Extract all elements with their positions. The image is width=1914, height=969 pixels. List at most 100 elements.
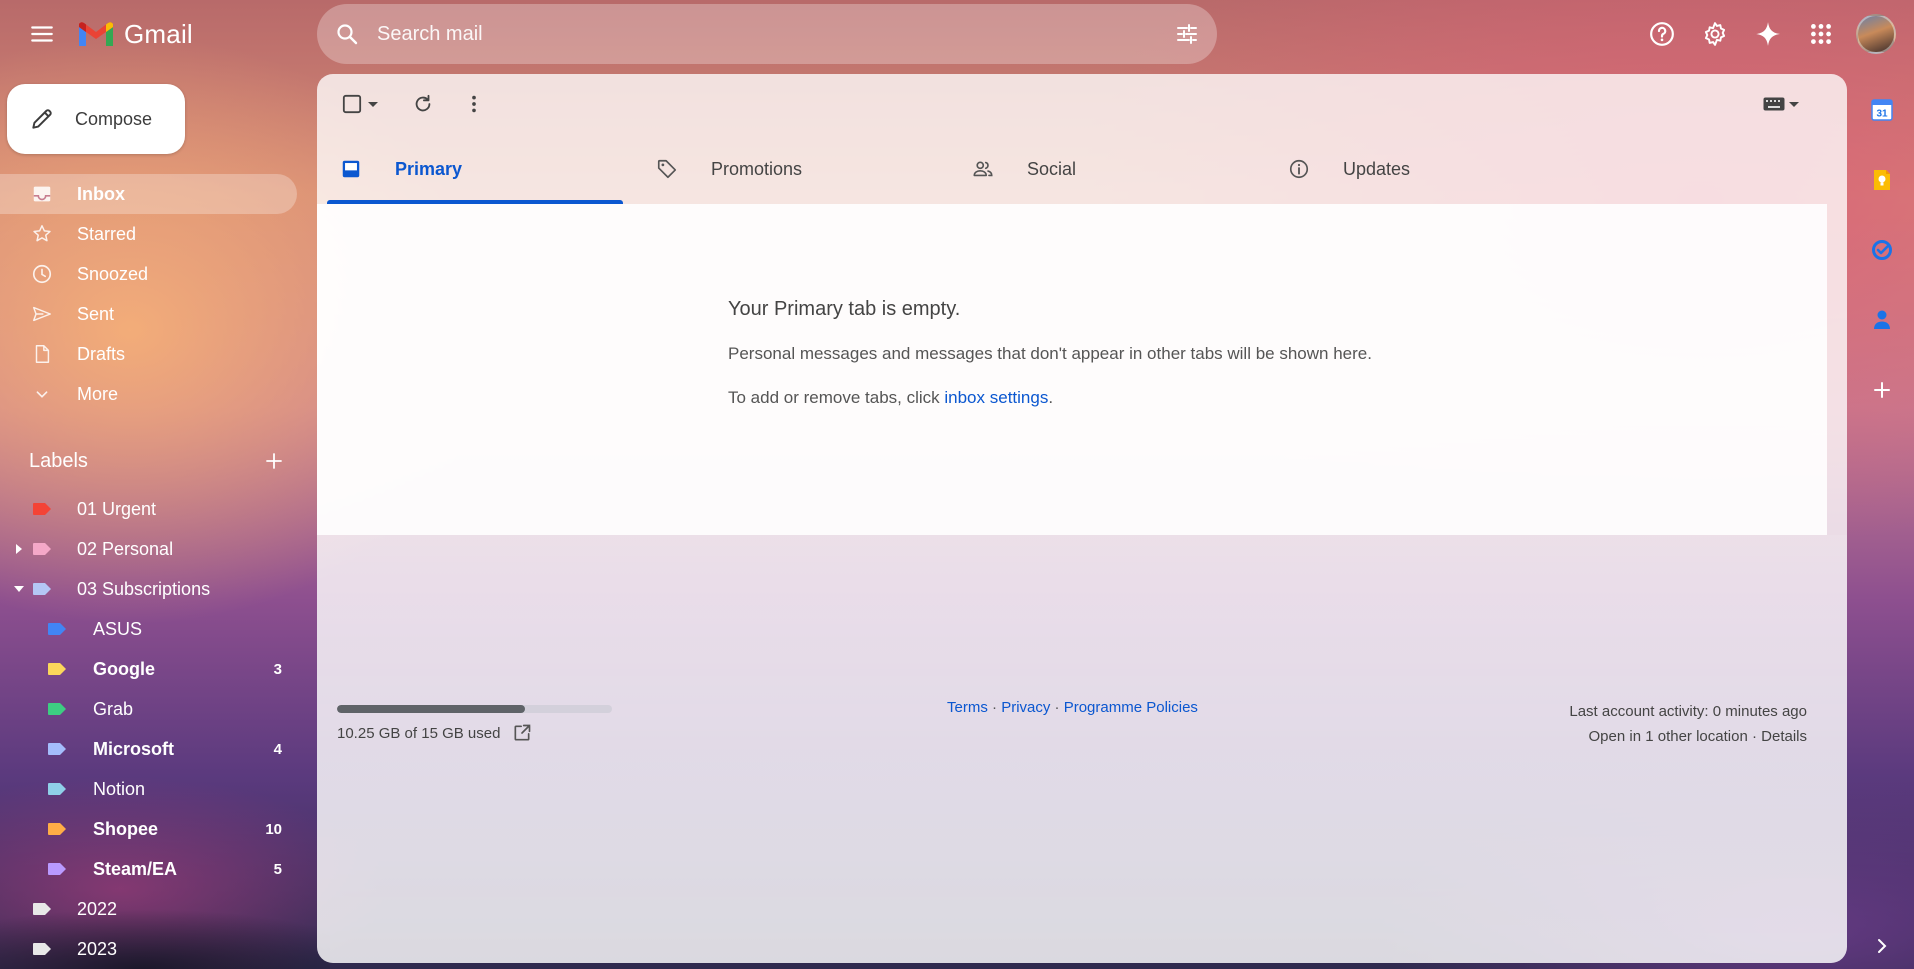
label-item[interactable]: ASUS (0, 609, 297, 649)
label-name: Google (93, 658, 155, 679)
search-bar (317, 4, 1217, 64)
label-tag-icon (33, 903, 51, 915)
tasks-button[interactable] (1862, 230, 1902, 270)
tab-label: Social (1027, 158, 1077, 179)
apps-button[interactable] (1799, 12, 1843, 56)
label-tag-icon (48, 863, 66, 875)
settings-button[interactable] (1693, 12, 1737, 56)
label-tag-icon (33, 943, 51, 955)
label-item[interactable]: 02 Personal (0, 529, 297, 569)
label-item[interactable]: Microsoft 4 (0, 729, 297, 769)
storage-text: 10.25 GB of 15 GB used (337, 724, 501, 742)
nav-item-label: Inbox (77, 183, 125, 204)
label-item[interactable]: Google 3 (0, 649, 297, 689)
search-button[interactable] (317, 4, 377, 64)
compose-button[interactable]: Compose (7, 84, 185, 154)
inbox-settings-link[interactable]: inbox settings (944, 388, 1048, 407)
search-input[interactable] (377, 22, 1157, 46)
label-name: Steam/EA (93, 858, 178, 879)
chevron-down-icon (30, 382, 54, 406)
nav-item-more[interactable]: More (0, 374, 297, 414)
show-side-panel-button[interactable] (1866, 930, 1898, 962)
caret-down-icon (368, 102, 378, 107)
create-label-button[interactable] (259, 446, 289, 476)
calendar-button[interactable]: 31 (1862, 90, 1902, 130)
select-checkbox-button[interactable] (335, 84, 385, 124)
nav-item-label: Sent (77, 303, 115, 324)
more-actions-button[interactable] (454, 84, 494, 124)
main-nav: Inbox Starred Snoozed Sent Drafts More (0, 174, 300, 414)
nav-item-label: Drafts (77, 343, 126, 364)
open-external-icon[interactable] (512, 723, 532, 743)
label-tag-icon (33, 543, 51, 555)
programme-policies-link[interactable]: Programme Policies (1064, 699, 1198, 716)
keep-button[interactable] (1862, 160, 1902, 200)
tab-social[interactable]: Social (959, 134, 1275, 204)
input-tools-button[interactable] (1763, 86, 1799, 122)
label-item[interactable]: Steam/EA 5 (0, 849, 297, 889)
compose-label: Compose (75, 108, 153, 129)
nav-item-drafts[interactable]: Drafts (0, 334, 297, 374)
nav-item-label: Starred (77, 223, 137, 244)
label-item[interactable]: 2023 (0, 929, 297, 969)
details-link[interactable]: Details (1761, 728, 1807, 745)
gemini-button[interactable] (1746, 12, 1790, 56)
main-panel: Primary Promotions Social Updates Your P… (317, 74, 1847, 963)
refresh-icon (415, 94, 431, 112)
nav-item-snoozed[interactable]: Snoozed (0, 254, 297, 294)
tag-icon (655, 157, 679, 181)
gmail-logo[interactable]: Gmail (76, 16, 193, 52)
label-name: 2022 (77, 898, 118, 919)
privacy-link[interactable]: Privacy (1001, 699, 1050, 716)
label-item[interactable]: Grab (0, 689, 297, 729)
caret-right-icon[interactable] (13, 543, 25, 555)
label-name: 2023 (77, 938, 118, 959)
label-item[interactable]: 03 Subscriptions (0, 569, 297, 609)
empty-state: Your Primary tab is empty. Personal mess… (317, 204, 1827, 535)
nav-item-label: Snoozed (77, 263, 149, 284)
calendar-day-text: 31 (1876, 109, 1888, 120)
star-icon (30, 222, 54, 246)
label-tag-icon (33, 583, 51, 595)
side-panel: 31 (1862, 90, 1902, 440)
labels-title: Labels (29, 449, 88, 472)
clock-icon (30, 262, 54, 286)
more-vertical-icon (472, 95, 476, 113)
label-item[interactable]: 01 Urgent (0, 489, 297, 529)
storage-info: 10.25 GB of 15 GB used (337, 705, 612, 743)
label-item[interactable]: 2022 (0, 889, 297, 929)
contacts-button[interactable] (1862, 300, 1902, 340)
label-item[interactable]: Notion (0, 769, 297, 809)
main-menu-button[interactable] (22, 16, 62, 52)
tab-primary[interactable]: Primary (327, 134, 643, 204)
tab-updates[interactable]: Updates (1275, 134, 1591, 204)
plus-icon (266, 453, 282, 469)
nav-item-starred[interactable]: Starred (0, 214, 297, 254)
label-item[interactable]: Shopee 10 (0, 809, 297, 849)
caret-down-icon[interactable] (13, 583, 25, 595)
labels-header: Labels (29, 446, 289, 476)
gmail-logo-text: Gmail (124, 18, 193, 49)
empty-hint-period: . (1048, 388, 1054, 407)
refresh-button[interactable] (403, 84, 443, 124)
help-icon (1650, 22, 1674, 46)
empty-hint: To add or remove tabs, click inbox setti… (728, 388, 1053, 408)
main-lower-area (317, 535, 1847, 963)
draft-icon (30, 342, 54, 366)
support-button[interactable] (1640, 12, 1684, 56)
label-name: 01 Urgent (77, 498, 157, 519)
empty-description: Personal messages and messages that don'… (728, 344, 1372, 363)
tab-promotions[interactable]: Promotions (643, 134, 959, 204)
top-actions (1640, 12, 1914, 56)
search-icon (337, 24, 358, 45)
last-activity-text: Last account activity: 0 minutes ago (1569, 703, 1807, 720)
calendar-icon: 31 (1871, 99, 1893, 121)
label-tag-icon (48, 663, 66, 675)
terms-link[interactable]: Terms (947, 699, 988, 716)
nav-item-inbox[interactable]: Inbox (0, 174, 297, 214)
get-addons-button[interactable] (1862, 370, 1902, 410)
nav-item-sent[interactable]: Sent (0, 294, 297, 334)
chevron-right-icon (1878, 939, 1887, 953)
avatar[interactable] (1856, 14, 1896, 54)
search-options-button[interactable] (1157, 4, 1217, 64)
